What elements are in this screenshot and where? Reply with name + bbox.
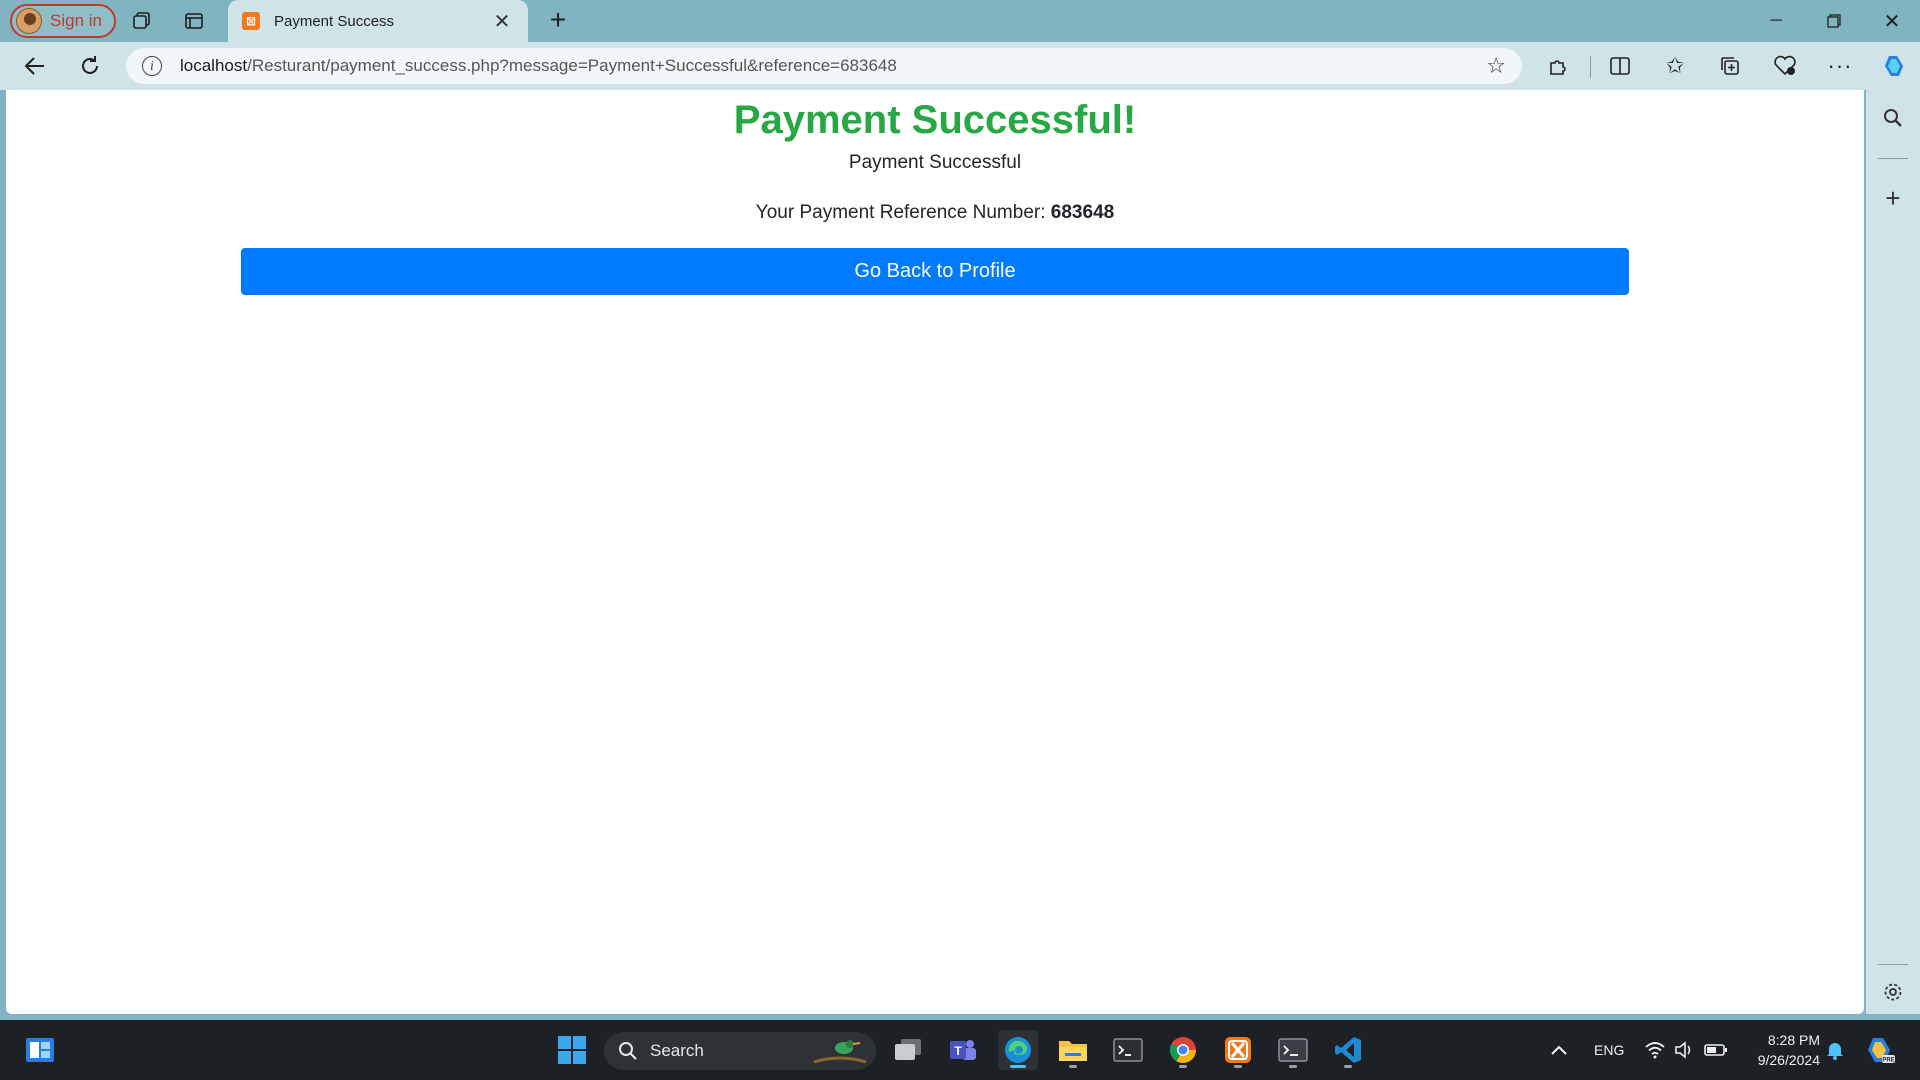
favorites-icon[interactable]: ✩	[1661, 52, 1689, 80]
workspaces-icon[interactable]	[130, 9, 154, 33]
extensions-icon[interactable]	[1544, 52, 1572, 80]
command-prompt-icon[interactable]	[1273, 1030, 1313, 1070]
new-tab-icon[interactable]: +	[542, 4, 574, 38]
teams-icon[interactable]: T	[943, 1030, 983, 1070]
url-path: /Resturant/payment_success.php?message=P…	[247, 56, 897, 75]
chrome-icon[interactable]	[1163, 1030, 1203, 1070]
minimize-icon[interactable]: ─	[1748, 0, 1804, 42]
tab-actions-icon[interactable]	[182, 9, 206, 33]
active-indicator	[1010, 1065, 1026, 1068]
url-text[interactable]: localhost/Resturant/payment_success.php?…	[180, 56, 1486, 76]
start-icon[interactable]	[552, 1030, 592, 1070]
url-host: localhost	[180, 56, 248, 75]
battery-icon[interactable]	[1704, 1020, 1728, 1080]
task-view-icon[interactable]	[888, 1030, 928, 1070]
language-indicator[interactable]: ENG	[1594, 1020, 1624, 1080]
copilot-icon[interactable]	[1880, 52, 1908, 80]
more-icon[interactable]: ···	[1826, 52, 1854, 80]
xampp-icon[interactable]	[1218, 1030, 1258, 1070]
widgets-icon[interactable]	[20, 1030, 60, 1070]
favorite-star-icon[interactable]: ☆	[1486, 53, 1506, 79]
payment-reference: Your Payment Reference Number: 683648	[6, 202, 1864, 224]
volume-icon[interactable]	[1674, 1020, 1694, 1080]
split-screen-icon[interactable]	[1606, 52, 1634, 80]
tab-payment-success[interactable]: ⊠ Payment Success ✕	[228, 0, 528, 42]
notification-icon[interactable]	[1826, 1020, 1844, 1080]
taskbar-search[interactable]: Search	[604, 1032, 876, 1070]
profile-sign-in-button[interactable]: Sign in	[10, 4, 116, 38]
search-label: Search	[650, 1041, 704, 1060]
address-bar[interactable]: i localhost/Resturant/payment_success.ph…	[126, 48, 1522, 84]
browser-toolbar: i localhost/Resturant/payment_success.ph…	[0, 42, 1920, 90]
sidebar-search-icon[interactable]	[1879, 104, 1907, 132]
search-icon	[619, 1042, 637, 1060]
info-icon[interactable]: i	[142, 56, 162, 76]
avatar-icon	[16, 8, 42, 34]
windows-taskbar: Search T ENG 8:28 PM 9/26/2024 PRE	[0, 1020, 1920, 1080]
browser-tab-bar: Sign in ⊠ Payment Success ✕ + ─ ✕	[0, 0, 1920, 42]
refresh-icon[interactable]	[74, 50, 106, 82]
running-indicator	[1179, 1065, 1187, 1068]
restore-icon[interactable]	[1806, 0, 1862, 42]
payment-message: Payment Successful	[848, 152, 1022, 173]
running-indicator	[1344, 1065, 1352, 1068]
chevron-up-icon[interactable]	[1550, 1020, 1568, 1080]
page-content: Payment Successful! Payment Successful Y…	[6, 90, 1864, 1014]
running-indicator	[1069, 1065, 1077, 1068]
file-explorer-icon[interactable]	[1053, 1030, 1093, 1070]
sidebar-add-icon[interactable]: +	[1879, 183, 1907, 213]
sidebar-divider	[1878, 964, 1908, 965]
page-title: Payment Successful!	[733, 98, 1137, 142]
go-back-to-profile-button[interactable]: Go Back to Profile	[241, 248, 1629, 295]
sidebar-divider	[1878, 158, 1908, 159]
running-indicator	[1289, 1065, 1297, 1068]
running-indicator	[1234, 1065, 1242, 1068]
close-icon[interactable]: ✕	[490, 9, 514, 34]
clock-date: 9/26/2024	[1757, 1052, 1820, 1068]
toolbar-divider	[1590, 56, 1591, 78]
back-icon[interactable]	[19, 50, 51, 82]
wifi-icon[interactable]	[1644, 1020, 1666, 1080]
clock-time: 8:28 PM	[1767, 1032, 1820, 1048]
browser-sidebar: +	[1866, 90, 1920, 1014]
browser-essentials-icon[interactable]	[1771, 52, 1799, 80]
terminal-icon[interactable]	[1108, 1030, 1148, 1070]
svg-text:PRE: PRE	[1882, 1058, 1894, 1064]
sign-in-label: Sign in	[50, 11, 102, 30]
vscode-icon[interactable]	[1328, 1030, 1368, 1070]
reference-number: 683648	[1050, 202, 1115, 223]
edge-icon[interactable]	[998, 1030, 1038, 1070]
collections-icon[interactable]	[1716, 52, 1744, 80]
search-highlight-bird-icon	[813, 1040, 867, 1064]
system-clock[interactable]: 8:28 PM 9/26/2024	[1740, 1030, 1820, 1070]
reference-label: Your Payment Reference Number:	[755, 202, 1046, 223]
tab-title: Payment Success	[274, 12, 395, 30]
window-close-icon[interactable]: ✕	[1864, 0, 1920, 42]
copilot-taskbar-icon[interactable]: PRE	[1864, 1020, 1896, 1080]
svg-text:T: T	[954, 1044, 962, 1058]
sidebar-settings-icon[interactable]	[1879, 978, 1907, 1006]
xampp-favicon: ⊠	[242, 12, 260, 30]
